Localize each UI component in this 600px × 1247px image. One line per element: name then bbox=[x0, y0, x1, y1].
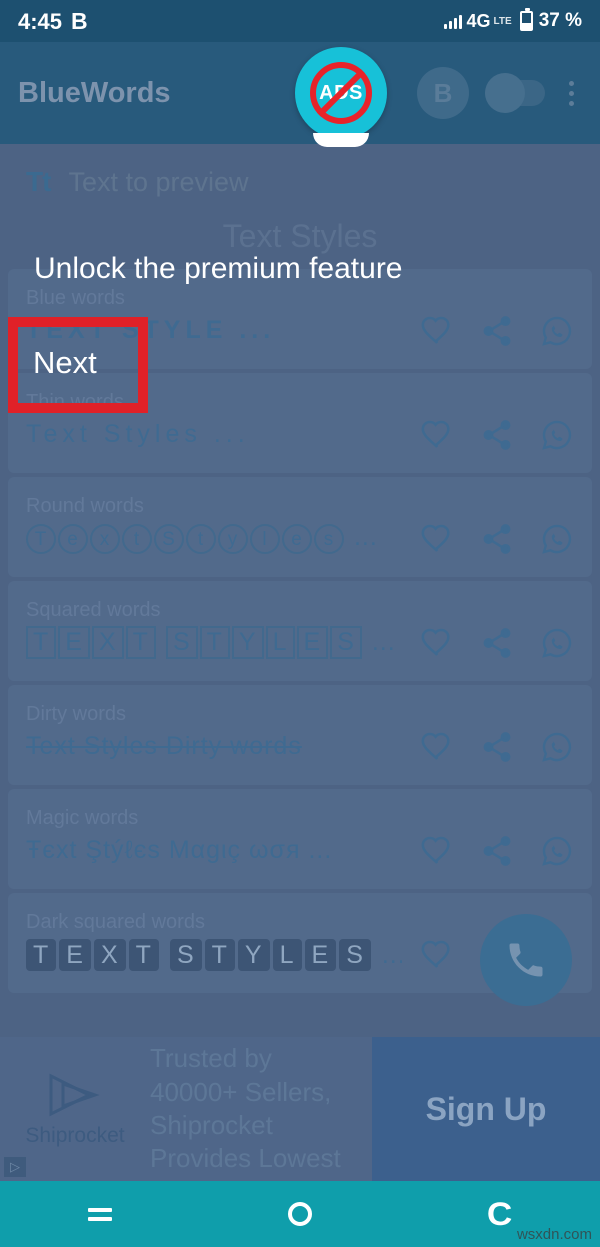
style-row-sample: Ŧєxt Ştýℓєs Mαgιç ωσя ... bbox=[26, 836, 333, 864]
phone-icon bbox=[509, 943, 543, 977]
style-row-actions bbox=[412, 730, 574, 764]
battery-percent-label: 37 % bbox=[538, 10, 582, 31]
style-row[interactable]: Squared words T E X T S T Y L E S ... bbox=[8, 581, 592, 681]
style-row-label: Magic words bbox=[26, 806, 139, 829]
whatsapp-icon[interactable] bbox=[540, 314, 574, 348]
more-vertical-icon[interactable] bbox=[561, 77, 582, 110]
style-row-body: TEXTSTYLES ... bbox=[26, 626, 574, 660]
nav-recents-button[interactable] bbox=[0, 1207, 200, 1221]
favorite-icon[interactable] bbox=[420, 418, 454, 452]
status-time: 4:45 bbox=[18, 8, 63, 34]
style-row[interactable]: Round words Te x t St y l e s ... bbox=[8, 477, 592, 577]
tutorial-next-button[interactable]: Next bbox=[33, 345, 97, 381]
favorite-icon[interactable] bbox=[420, 626, 454, 660]
signal-bars-icon bbox=[443, 14, 462, 29]
share-icon[interactable] bbox=[480, 834, 514, 868]
style-row-label: Squared words bbox=[26, 598, 161, 621]
style-row-sample: TEXTSTYLES ... bbox=[26, 938, 402, 971]
style-row-actions bbox=[412, 418, 574, 452]
style-row-ellipsis: ... bbox=[381, 940, 402, 969]
style-row-label: Blue words bbox=[26, 286, 125, 309]
text-to-preview-field[interactable]: Tt Text to preview bbox=[0, 144, 600, 212]
ad-banner[interactable]: Shiprocket Trusted by 40000+ Sellers, Sh… bbox=[0, 1037, 600, 1181]
style-row-ellipsis: ... bbox=[213, 420, 250, 448]
whatsapp-icon[interactable] bbox=[540, 730, 574, 764]
style-row-actions bbox=[412, 314, 574, 348]
style-row-sample: Text Styles Dirty words bbox=[26, 732, 302, 760]
phone-screen: 4:45 B 4G LTE 37 % BlueWords B ADS Tt Te… bbox=[0, 0, 600, 1247]
network-type-label: 4G bbox=[466, 10, 491, 31]
page-title: Text Styles bbox=[222, 218, 378, 254]
ad-body-text: Trusted by 40000+ Sellers, Shiprocket Pr… bbox=[150, 1043, 341, 1174]
style-row-body: Text Styles Dirty words bbox=[26, 730, 574, 764]
system-navigation-bar: C wsxdn.com bbox=[0, 1181, 600, 1247]
app-bar-actions: B bbox=[417, 67, 582, 119]
back-icon: C bbox=[487, 1195, 513, 1232]
shiprocket-logo-icon bbox=[49, 1073, 100, 1117]
style-row-ellipsis: ... bbox=[308, 836, 333, 864]
phone-fab-button[interactable] bbox=[480, 914, 572, 1006]
status-bar-left: 4:45 B bbox=[18, 8, 88, 35]
share-icon[interactable] bbox=[480, 730, 514, 764]
style-row-ellipsis: ... bbox=[371, 628, 396, 657]
text-format-icon: Tt bbox=[26, 166, 51, 197]
recents-icon bbox=[88, 1207, 112, 1221]
profile-badge-label: B bbox=[433, 77, 453, 108]
status-time-suffix: B bbox=[71, 7, 89, 34]
ad-signup-button[interactable]: Sign Up bbox=[372, 1037, 600, 1181]
status-bar: 4:45 B 4G LTE 37 % bbox=[0, 0, 600, 42]
favorite-icon[interactable] bbox=[420, 834, 454, 868]
style-row-actions bbox=[412, 522, 574, 556]
style-row-sample: TEXTSTYLES ... bbox=[26, 626, 402, 659]
style-row-body: TextStyles ... bbox=[26, 522, 574, 556]
network-sub-label: LTE bbox=[493, 15, 512, 27]
whatsapp-icon[interactable] bbox=[540, 522, 574, 556]
style-row[interactable]: Dirty words Text Styles Dirty words bbox=[8, 685, 592, 785]
status-bar-right: 4G LTE 37 % bbox=[443, 8, 582, 32]
style-row-actions bbox=[412, 834, 574, 868]
profile-badge-icon[interactable]: B bbox=[417, 67, 469, 119]
share-icon[interactable] bbox=[480, 314, 514, 348]
style-row-sample: TextStyles ... bbox=[26, 523, 402, 554]
no-ads-label: ADS bbox=[319, 81, 363, 104]
home-icon bbox=[288, 1202, 312, 1226]
favorite-icon[interactable] bbox=[420, 522, 454, 556]
style-row-label: Dirty words bbox=[26, 702, 127, 725]
battery-icon bbox=[519, 8, 533, 31]
ad-indicator-tag: ▷ bbox=[4, 1157, 26, 1177]
watermark: wsxdn.com bbox=[516, 1226, 592, 1243]
style-row-label: Round words bbox=[26, 494, 144, 517]
share-icon[interactable] bbox=[480, 418, 514, 452]
style-row-actions bbox=[412, 626, 574, 660]
style-row-body: Ŧєxt Ştýℓєs Mαgιç ωσя ... bbox=[26, 834, 574, 868]
favorite-icon[interactable] bbox=[420, 938, 454, 972]
style-row-sample: Text Styles ... bbox=[26, 420, 250, 448]
theme-toggle-switch[interactable] bbox=[485, 73, 545, 113]
whatsapp-icon[interactable] bbox=[540, 834, 574, 868]
favorite-icon[interactable] bbox=[420, 730, 454, 764]
style-row-ellipsis: ... bbox=[239, 316, 276, 344]
main-content: Tt Text to preview Text Styles Blue word… bbox=[0, 144, 600, 1181]
share-icon[interactable] bbox=[480, 522, 514, 556]
no-ads-icon: ADS bbox=[310, 62, 372, 124]
nav-home-button[interactable] bbox=[200, 1202, 400, 1226]
text-to-preview-placeholder: Text to preview bbox=[68, 166, 249, 197]
style-row-body: Text Styles ... bbox=[26, 418, 574, 452]
ad-advertiser-name: Shiprocket bbox=[25, 1124, 125, 1147]
style-row-ellipsis: ... bbox=[353, 523, 378, 551]
favorite-icon[interactable] bbox=[420, 314, 454, 348]
no-ads-button[interactable]: ADS bbox=[295, 47, 387, 139]
share-icon[interactable] bbox=[480, 626, 514, 660]
style-row[interactable]: Magic words Ŧєxt Ştýℓєs Mαgιç ωσя ... bbox=[8, 789, 592, 889]
whatsapp-icon[interactable] bbox=[540, 418, 574, 452]
whatsapp-icon[interactable] bbox=[540, 626, 574, 660]
